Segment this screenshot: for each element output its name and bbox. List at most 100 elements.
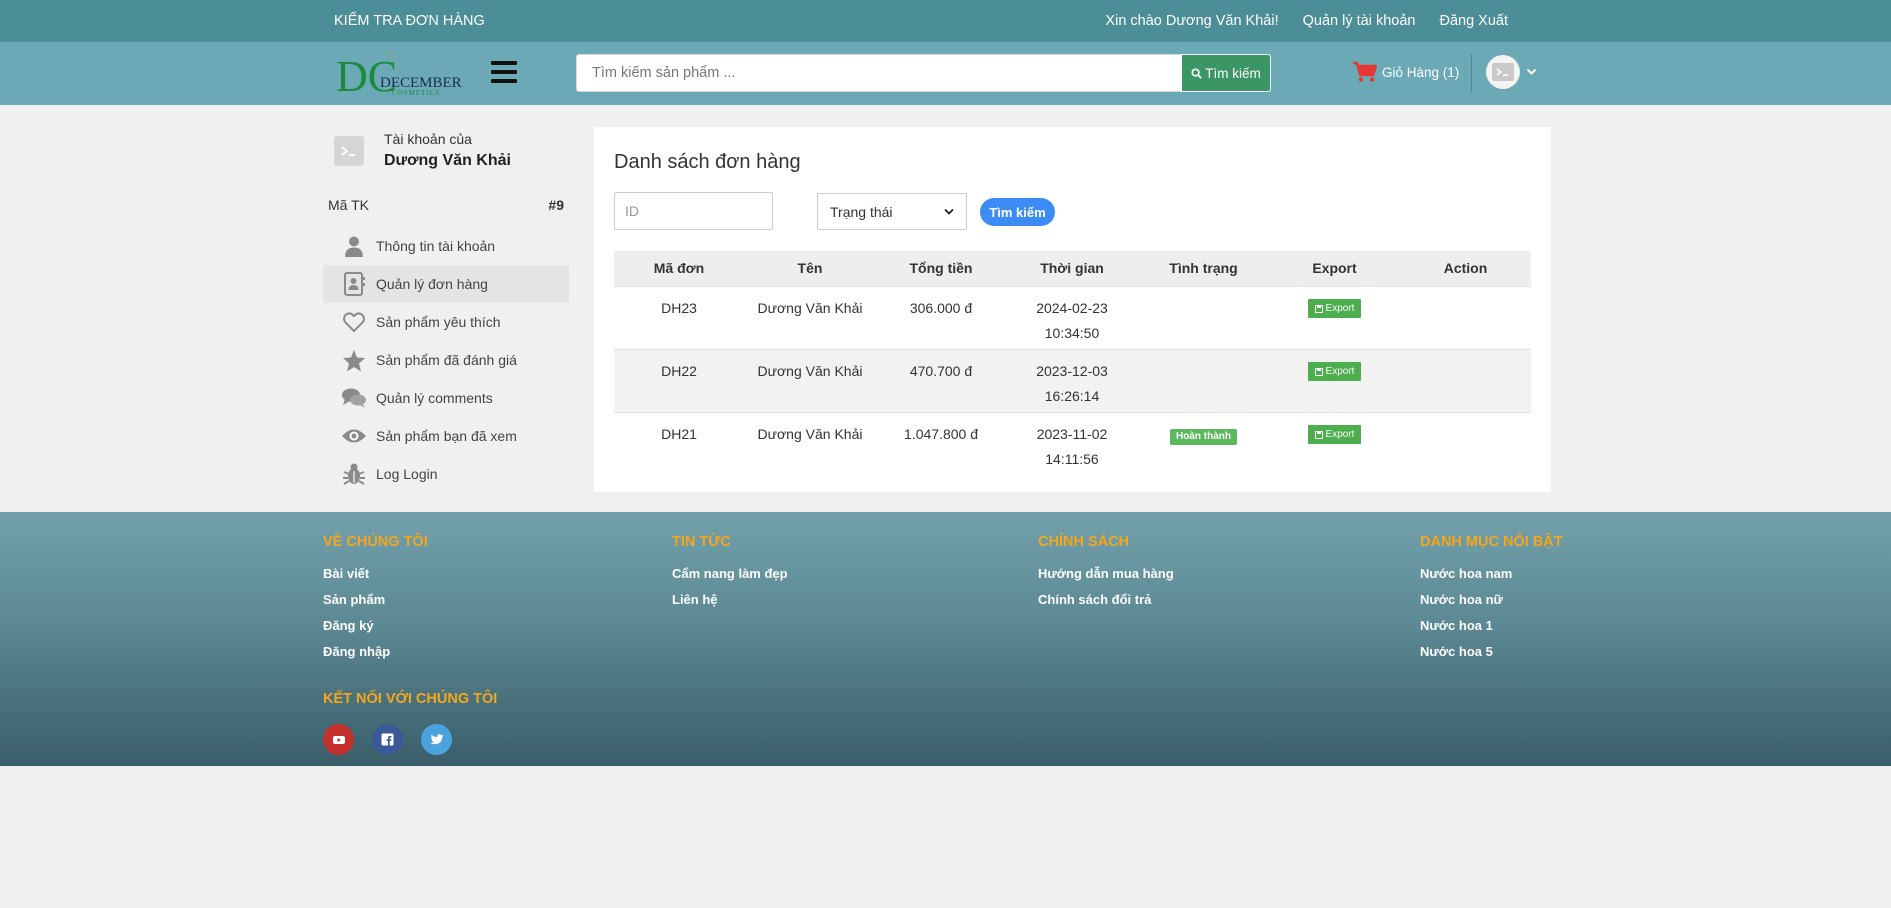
december-cosmetics-logo[interactable]: DC DECEMBER COSMETICS [334,47,466,99]
user-menu[interactable] [1486,55,1537,89]
footer-link-register[interactable]: Đăng ký [323,618,428,644]
sidebar-item-favorites[interactable]: Sản phẩm yêu thích [323,303,569,341]
order-id-cell: DH22 [614,348,744,412]
footer-link-women-perfume[interactable]: Nước hoa nữ [1420,592,1563,618]
footer: VỀ CHÚNG TÔI Bài viết Sản phẩm Đăng ký Đ… [0,512,1891,766]
account-id-value: #9 [548,197,564,213]
account-id-row: Mã TK #9 [323,195,569,225]
sidebar-item-account-info[interactable]: Thông tin tài khoản [323,227,569,265]
cart-label: Giỏ Hàng (1) [1382,64,1460,80]
footer-link-beauty-guide[interactable]: Cẩm nang làm đẹp [672,566,788,592]
footer-link-articles[interactable]: Bài viết [323,566,428,592]
footer-policy-title: CHÍNH SÁCH [1038,534,1130,550]
footer-link-men-perfume[interactable]: Nước hoa nam [1420,566,1563,592]
sidebar-item-rated-products[interactable]: Sản phẩm đã đánh giá [323,341,569,379]
sidebar-item-label: Sản phẩm yêu thích [376,314,501,330]
order-status-cell [1138,285,1269,349]
account-menu: Thông tin tài khoản Quản lý đơn hàng Sản… [323,227,569,493]
footer-link-contact[interactable]: Liên hệ [672,592,788,618]
sidebar-item-order-management[interactable]: Quản lý đơn hàng [323,265,569,303]
footer-link-login[interactable]: Đăng nhập [323,644,428,670]
table-header-row: Mã đơn Tên Tổng tiền Thời gian Tình trạn… [614,251,1531,286]
terminal-icon [1492,63,1514,81]
export-button-label: Export [1325,366,1355,377]
top-account-links: Xin chào Dương Văn Khải! Quản lý tài kho… [1105,13,1508,29]
account-management-link[interactable]: Quản lý tài khoản [1303,13,1416,29]
column-header-status: Tình trạng [1138,251,1269,286]
order-total-cell: 306.000 đ [876,285,1006,349]
sidebar-item-log-login[interactable]: Log Login [323,455,569,493]
footer-link-buying-guide[interactable]: Hướng dẫn mua hàng [1038,566,1174,592]
order-id-cell: DH21 [614,411,744,475]
column-header-name: Tên [744,251,876,286]
contact-book-icon [341,272,367,296]
order-date: 2024-02-23 [1036,299,1108,316]
search-input[interactable] [577,55,1181,91]
table-row: DH21 Dương Văn Khải 1.047.800 đ 2023-11-… [614,411,1531,475]
action-cell [1400,285,1531,349]
twitter-icon[interactable] [421,724,452,755]
top-bar: KIỂM TRA ĐƠN HÀNG Xin chào Dương Văn Khả… [0,0,1891,42]
footer-about-column: VỀ CHÚNG TÔI Bài viết Sản phẩm Đăng ký Đ… [323,534,428,670]
customer-name-cell: Dương Văn Khải [744,411,876,475]
filter-search-button[interactable]: Tìm kiếm [980,198,1055,226]
column-header-action: Action [1400,251,1531,286]
footer-link-perfume-1[interactable]: Nước hoa 1 [1420,618,1563,644]
sidebar-item-label: Quản lý đơn hàng [376,276,488,292]
youtube-icon[interactable] [323,724,354,755]
export-button-label: Export [1325,303,1355,314]
footer-featured-title: DANH MỤC NỔI BẬT [1420,534,1563,550]
account-sidebar: Tài khoản của Dương Văn Khải Mã TK #9 Th… [323,127,569,493]
bug-icon [341,462,367,486]
order-id-input[interactable] [614,192,773,230]
sidebar-item-label: Quản lý comments [376,390,493,406]
column-header-total: Tổng tiền [876,251,1006,286]
sidebar-item-comments[interactable]: Quản lý comments [323,379,569,417]
footer-link-products[interactable]: Sản phẩm [323,592,428,618]
export-button[interactable]: Export [1307,299,1362,318]
footer-link-perfume-5[interactable]: Nước hoa 5 [1420,644,1563,670]
page-title: Danh sách đơn hàng [614,151,801,173]
hamburger-menu-icon[interactable] [491,61,517,83]
footer-featured-column: DANH MỤC NỔI BẬT Nước hoa nam Nước hoa n… [1420,534,1563,670]
order-total-cell: 470.700 đ [876,348,1006,412]
footer-connect: KẾT NỐI VỚI CHÚNG TÔI [323,691,497,707]
export-button[interactable]: Export [1307,425,1362,444]
check-order-link[interactable]: KIỂM TRA ĐƠN HÀNG [334,13,485,29]
export-cell: Export [1269,285,1400,349]
search-button-label: Tìm kiếm [1205,65,1261,81]
search-button[interactable]: Tìm kiếm [1181,54,1271,92]
comments-icon [341,386,367,410]
logout-link[interactable]: Đăng Xuất [1439,13,1508,29]
status-select-value: Trạng thái [830,203,893,220]
export-cell: Export [1269,411,1400,475]
terminal-icon [341,146,355,156]
footer-news-column: TIN TỨC Cẩm nang làm đẹp Liên hệ [672,534,788,618]
user-icon [341,234,367,258]
order-clock-time: 14:11:56 [1045,450,1099,467]
status-badge: Hoàn thành [1170,428,1237,445]
save-icon [1314,304,1323,313]
order-status-cell: Tiếp nhận [1138,348,1269,412]
cart-button[interactable]: Giỏ Hàng (1) [1352,61,1459,83]
action-cell [1400,411,1531,475]
account-name: Dương Văn Khải [384,152,511,169]
account-id-label: Mã TK [328,197,369,213]
facebook-icon[interactable] [372,724,403,755]
header-divider [1471,54,1472,92]
order-clock-time: 10:34:50 [1044,324,1100,341]
order-time-cell: 2023-12-03 16:26:14 [1006,348,1138,412]
chevron-down-icon [944,208,954,215]
order-time-cell: 2023-11-02 14:11:56 [1006,411,1138,475]
star-icon [341,348,367,372]
export-button[interactable]: Export [1307,362,1362,381]
order-total-cell: 1.047.800 đ [876,411,1006,475]
status-select[interactable]: Trạng thái [817,193,967,230]
sidebar-item-label: Thông tin tài khoản [376,238,496,254]
sidebar-item-viewed-products[interactable]: Sản phẩm bạn đã xem [323,417,569,455]
column-header-export: Export [1269,251,1400,286]
greeting-link[interactable]: Xin chào Dương Văn Khải! [1105,13,1278,29]
export-button-label: Export [1325,429,1355,440]
footer-link-return-policy[interactable]: Chính sách đổi trả [1038,592,1174,618]
shopping-cart-icon [1353,61,1377,82]
